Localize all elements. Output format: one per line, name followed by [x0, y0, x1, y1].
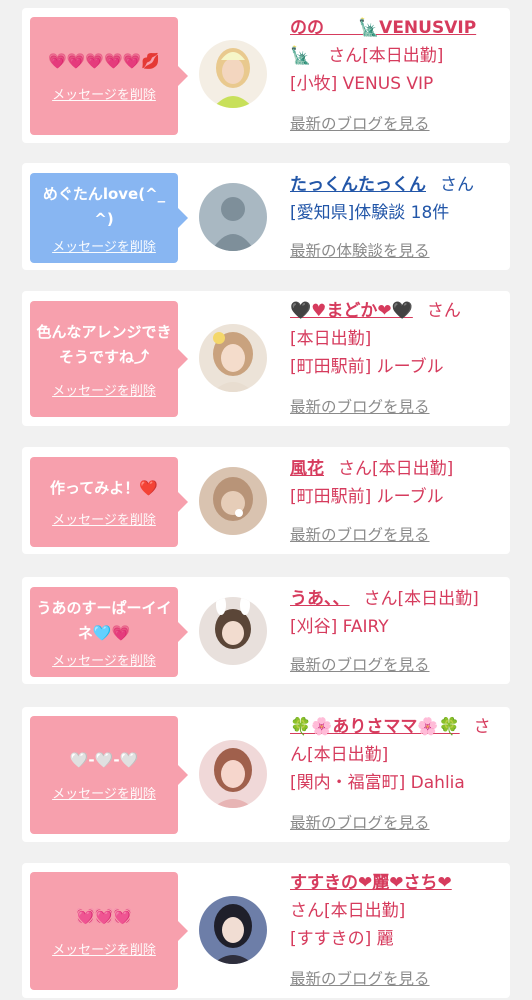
sender-shop: [刈谷] FAIRY [290, 617, 389, 637]
sender-name-link[interactable]: 風花 [290, 459, 324, 479]
sender-honorific: さん [440, 175, 474, 195]
message-card: 色んなアレンジできそうですね⤴ メッセージを削除 🖤♥まどか❤🖤 さん [本日出勤… [22, 291, 510, 426]
delete-message-link[interactable]: メッセージを削除 [52, 783, 156, 802]
message-bubble: 色んなアレンジできそうですね⤴ メッセージを削除 [30, 301, 188, 417]
sender-status: ん[本日出勤] [290, 745, 389, 765]
sender-info: すすきの❤麗❤さち❤ さん[本日出勤] [すすきの] 麗 [290, 869, 502, 953]
message-bubble: 作ってみよ！❤️ メッセージを削除 [30, 457, 188, 547]
message-bubble: 🤍-🤍-🤍 メッセージを削除 [30, 716, 188, 834]
avatar[interactable] [199, 896, 267, 964]
avatar[interactable] [199, 40, 267, 108]
sender-info: たっくんたっくん さん [愛知県]体験談 18件 [290, 171, 502, 227]
delete-message-link[interactable]: メッセージを削除 [52, 939, 156, 958]
delete-message-link[interactable]: メッセージを削除 [52, 380, 156, 399]
sender-info: 🍀🌸ありさママ🌸🍀 さ ん[本日出勤] [関内・福富町] Dahlia [290, 713, 502, 797]
message-card: 🤍-🤍-🤍 メッセージを削除 🍀🌸ありさママ🌸🍀 さ ん[本日出勤] [関内・福富… [22, 707, 510, 842]
sender-shop: [町田駅前] ルーブル [290, 357, 444, 377]
sender-shop: [町田駅前] ルーブル [290, 487, 444, 507]
sender-info: 🖤♥まどか❤🖤 さん [本日出勤] [町田駅前] ルーブル [290, 297, 502, 381]
latest-blog-link[interactable]: 最新のブログを見る [290, 523, 430, 545]
sender-name-link[interactable]: うあ、、 [290, 589, 350, 609]
avatar-blonde-girl-icon [199, 40, 267, 108]
delete-message-link[interactable]: メッセージを削除 [52, 236, 156, 255]
sender-name-link[interactable]: 🍀🌸ありさママ🌸🍀 [290, 717, 460, 737]
message-card: めぐたんlove(^_^) メッセージを削除 たっくんたっくん さん [愛知県]体… [22, 163, 510, 270]
delete-message-link[interactable]: メッセージを削除 [52, 84, 156, 103]
sender-name-link[interactable]: すすきの❤麗❤さち❤ [290, 873, 452, 893]
sender-shop: [すすきの] 麗 [290, 929, 394, 949]
sender-status: 🗽 さん[本日出勤] [290, 46, 444, 66]
avatar-girl-dark-icon [199, 896, 267, 964]
avatar[interactable] [199, 467, 267, 535]
sender-info: うあ、、 さん[本日出勤] [刈谷] FAIRY [290, 585, 502, 641]
message-text: うあのすーぱーイイネ🩵💗 [36, 598, 172, 642]
sender-info: のの 🗽VENUSVIP 🗽 さん[本日出勤] [小牧] VENUS VIP [290, 14, 502, 98]
message-text: 色んなアレンジできそうですね⤴ [36, 322, 172, 366]
message-bubble: うあのすーぱーイイネ🩵💗 メッセージを削除 [30, 587, 188, 677]
message-text: 🤍-🤍-🤍 [69, 751, 139, 769]
avatar[interactable] [199, 183, 267, 251]
message-card: 作ってみよ！❤️ メッセージを削除 風花 さん[本日出勤] [町田駅前] ルーブル… [22, 447, 510, 554]
latest-blog-link[interactable]: 最新のブログを見る [290, 395, 430, 417]
sender-status: [本日出勤] [290, 329, 372, 349]
delete-message-link[interactable]: メッセージを削除 [52, 509, 156, 528]
message-list: 💗💗💗💗💗💋 メッセージを削除 のの 🗽VENUSVIP 🗽 さん[本日出勤] … [0, 0, 532, 1000]
avatar-girl-flower-icon [199, 324, 267, 392]
avatar-girl-bunny-icon [199, 597, 267, 665]
avatar-no-photo-icon [199, 183, 267, 251]
sender-info: 風花 さん[本日出勤] [町田駅前] ルーブル [290, 455, 502, 511]
avatar[interactable] [199, 324, 267, 392]
avatar-girl-pink-icon [199, 740, 267, 808]
message-bubble: めぐたんlove(^_^) メッセージを削除 [30, 173, 188, 263]
message-card: うあのすーぱーイイネ🩵💗 メッセージを削除 うあ、、 さん[本日出勤] [刈谷] … [22, 577, 510, 684]
avatar[interactable] [199, 740, 267, 808]
message-card: 💗💗💗💗💗💋 メッセージを削除 のの 🗽VENUSVIP 🗽 さん[本日出勤] … [22, 8, 510, 143]
sender-name-link[interactable]: のの 🗽VENUSVIP [290, 18, 476, 38]
delete-message-link[interactable]: メッセージを削除 [52, 650, 156, 669]
message-text: 💓💓💓 [75, 907, 133, 925]
message-bubble: 💓💓💓 メッセージを削除 [30, 872, 188, 990]
sender-shop: [関内・福富町] Dahlia [290, 773, 465, 793]
message-card: 💓💓💓 メッセージを削除 すすきの❤麗❤さち❤ さん[本日出勤] [すすきの] … [22, 863, 510, 998]
sender-name-link[interactable]: 🖤♥まどか❤🖤 [290, 301, 413, 321]
message-bubble: 💗💗💗💗💗💋 メッセージを削除 [30, 17, 188, 135]
sender-shop: [小牧] VENUS VIP [290, 74, 434, 94]
message-text: 作ってみよ！❤️ [50, 479, 158, 497]
sender-honorific: さん [426, 301, 461, 321]
sender-status: さん[本日出勤] [363, 589, 479, 609]
latest-blog-link[interactable]: 最新のブログを見る [290, 967, 430, 989]
sender-name-link[interactable]: たっくんたっくん [290, 175, 426, 195]
latest-review-link[interactable]: 最新の体験談を見る [290, 239, 430, 261]
message-text: めぐたんlove(^_^) [42, 184, 166, 228]
avatar-blurred-girl-icon [199, 467, 267, 535]
sender-review-count: [愛知県]体験談 18件 [290, 203, 450, 223]
latest-blog-link[interactable]: 最新のブログを見る [290, 112, 430, 134]
latest-blog-link[interactable]: 最新のブログを見る [290, 653, 430, 675]
latest-blog-link[interactable]: 最新のブログを見る [290, 811, 430, 833]
sender-status: さん[本日出勤] [338, 459, 454, 479]
message-text: 💗💗💗💗💗💋 [47, 52, 161, 70]
sender-status: さん[本日出勤] [290, 901, 406, 921]
sender-honorific: さ [473, 717, 491, 737]
avatar[interactable] [199, 597, 267, 665]
